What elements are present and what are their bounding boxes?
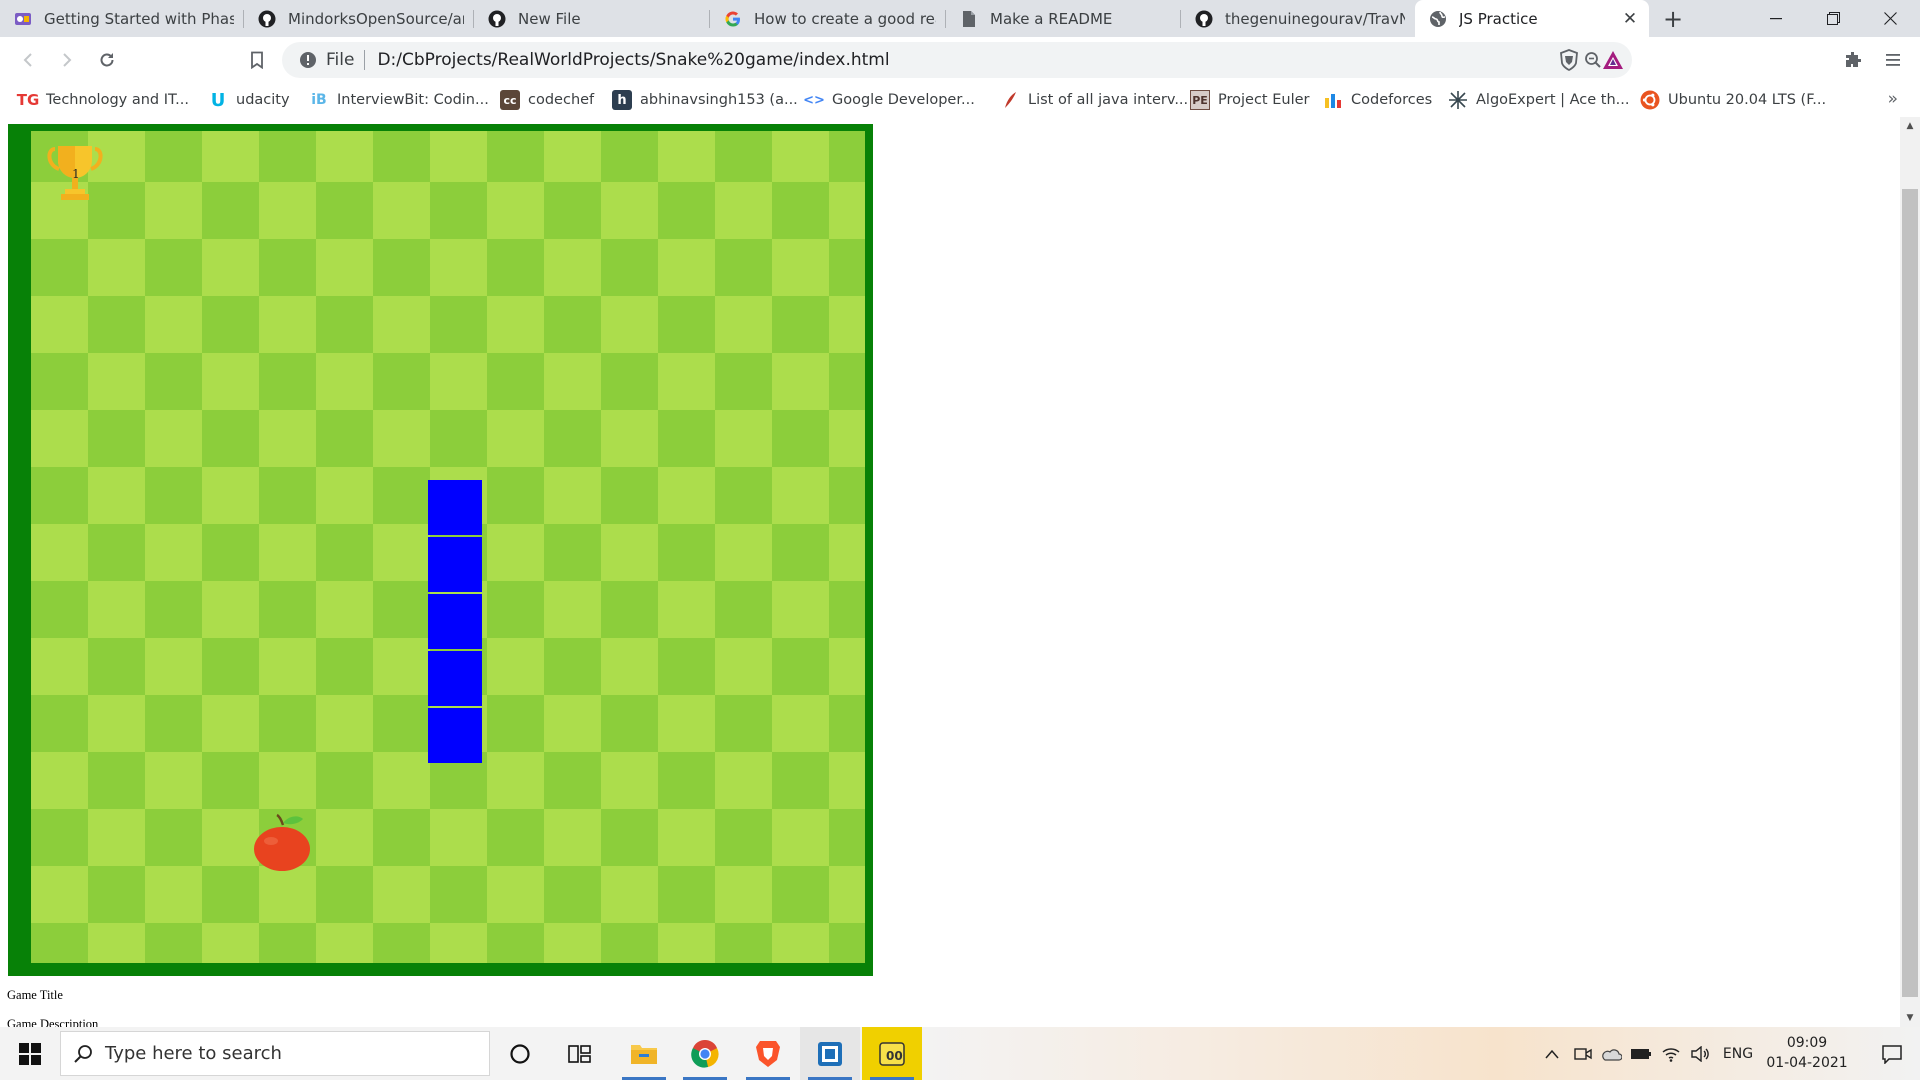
scroll-down-arrow-icon[interactable]: ▼ (1900, 1009, 1920, 1027)
scroll-thumb[interactable] (1902, 189, 1918, 997)
codechef-icon: cc (500, 90, 520, 110)
score-value: 1 (72, 167, 80, 181)
bookmark-java-interview[interactable]: List of all java interv... (1000, 83, 1188, 117)
url-text[interactable]: D:/CbProjects/RealWorldProjects/Snake%20… (377, 50, 1578, 70)
taskbar-clock[interactable]: 09:09 01-04-2021 (1752, 1033, 1862, 1073)
brave-rewards-icon[interactable] (1598, 45, 1628, 75)
tab-travnav[interactable]: thegenuinegourav/TravNav (1181, 0, 1415, 37)
file-explorer-icon[interactable] (614, 1027, 674, 1080)
brave-browser-icon[interactable] (738, 1027, 798, 1080)
udacity-icon: U (210, 89, 226, 111)
scroll-up-arrow-icon[interactable]: ▲ (1900, 117, 1920, 135)
tab-strip: Getting Started with Phaser 3 MindorksOp… (0, 0, 1920, 37)
clock-time: 09:09 (1786, 1035, 1828, 1051)
interviewbit-icon: iB (311, 92, 327, 108)
tab-mindorks[interactable]: MindorksOpenSource/android (244, 0, 474, 37)
hackerrank-icon: h (612, 90, 632, 110)
algoexpert-icon (1448, 90, 1468, 110)
page-content: 1 Game Title Game Description ▲ ▼ (0, 117, 1920, 1027)
ubuntu-icon (1640, 90, 1660, 110)
bookmark-hackerrank[interactable]: h abhinavsingh153 (a... (612, 83, 798, 117)
bookmark-algoexpert[interactable]: AlgoExpert | Ace th... (1448, 83, 1630, 117)
restore-button[interactable] (1805, 0, 1861, 37)
game-description: Game Description (7, 1017, 99, 1027)
forward-icon[interactable] (52, 45, 82, 75)
bookmark-udacity[interactable]: U udacity (208, 83, 290, 117)
document-icon (960, 10, 978, 28)
address-bar[interactable]: File D:/CbProjects/RealWorldProjects/Sna… (282, 42, 1632, 78)
more-bookmarks-chevron-icon[interactable]: » (1888, 89, 1898, 109)
game-canvas[interactable]: 1 (8, 124, 873, 976)
page-scrollbar[interactable]: ▲ ▼ (1900, 117, 1920, 1027)
bookmark-project-euler[interactable]: PE Project Euler (1190, 83, 1309, 117)
tab-readme-guide[interactable]: How to create a good readme (710, 0, 946, 37)
url-scheme-label: File (326, 50, 355, 70)
tab-phaser[interactable]: Getting Started with Phaser 3 (0, 0, 244, 37)
cortana-icon[interactable] (490, 1027, 550, 1080)
snake-segment (428, 651, 482, 706)
reload-icon[interactable] (92, 45, 122, 75)
vs-code-icon[interactable] (800, 1027, 860, 1080)
task-view-icon[interactable] (550, 1027, 610, 1080)
google-icon (724, 10, 742, 28)
github-icon (258, 10, 276, 28)
globe-icon (1429, 10, 1447, 28)
tab-new-file[interactable]: New File (474, 0, 710, 37)
snake-segment (428, 594, 482, 649)
clock-date: 01-04-2021 (1766, 1055, 1848, 1071)
onedrive-icon[interactable] (1598, 1027, 1624, 1080)
bookmark-interviewbit[interactable]: iB InterviewBit: Codin... (309, 83, 489, 117)
chrome-icon[interactable] (675, 1027, 735, 1080)
windows-start-icon[interactable] (0, 1027, 60, 1080)
minimize-button[interactable] (1748, 0, 1804, 37)
new-tab-button[interactable]: + (1658, 4, 1688, 34)
meet-now-icon[interactable] (1570, 1027, 1596, 1080)
extensions-icon[interactable] (1838, 45, 1868, 75)
snake-segment (428, 708, 482, 763)
project-euler-icon: PE (1190, 90, 1210, 110)
close-window-button[interactable] (1862, 0, 1918, 37)
svg-text:00: 00 (886, 1049, 903, 1063)
game-board: 1 (31, 131, 865, 963)
close-tab-icon[interactable]: ✕ (1621, 9, 1639, 29)
back-icon[interactable] (13, 45, 43, 75)
code-brackets-icon: <> (803, 92, 825, 108)
game-title: Game Title (7, 988, 63, 1002)
bookmark-codeforces[interactable]: Codeforces (1323, 83, 1432, 117)
browser-toolbar: File D:/CbProjects/RealWorldProjects/Sna… (0, 37, 1920, 83)
brave-shield-icon[interactable] (1554, 45, 1584, 75)
volume-icon[interactable] (1687, 1027, 1713, 1080)
apple-icon (254, 813, 310, 871)
bookmark-icon[interactable] (242, 45, 272, 75)
tab-make-readme[interactable]: Make a README (946, 0, 1181, 37)
phaser-icon (14, 10, 32, 28)
codeforces-icon (1323, 90, 1343, 110)
bookmark-codechef[interactable]: cc codechef (500, 83, 594, 117)
wifi-icon[interactable] (1658, 1027, 1684, 1080)
github-icon (488, 10, 506, 28)
bookmark-google-developers[interactable]: <> Google Developer... (803, 83, 975, 117)
battery-icon[interactable] (1627, 1027, 1655, 1080)
github-icon (1195, 10, 1213, 28)
feather-icon (1000, 90, 1020, 110)
bookmark-ubuntu[interactable]: Ubuntu 20.04 LTS (F... (1640, 83, 1826, 117)
info-icon[interactable] (290, 42, 326, 78)
tab-js-practice[interactable]: JS Practice ✕ (1415, 0, 1649, 37)
bookmark-technology[interactable]: TG Technology and IT... (16, 83, 189, 117)
snake-segment (428, 537, 482, 592)
menu-icon[interactable] (1878, 45, 1908, 75)
search-icon (61, 1044, 105, 1064)
bookmarks-bar: TG Technology and IT... U udacity iB Int… (0, 83, 1920, 117)
show-hidden-icons-chevron-icon[interactable] (1538, 1027, 1566, 1080)
windows-taskbar: Type here to search 00 ENG 09:09 01-04-2… (0, 1027, 1920, 1080)
tg-icon: TG (16, 91, 40, 109)
snake-segment (428, 480, 482, 535)
notification-center-icon[interactable] (1864, 1027, 1920, 1080)
taskbar-search-input[interactable]: Type here to search (60, 1031, 490, 1076)
sticky-app-icon[interactable]: 00 (862, 1027, 922, 1080)
